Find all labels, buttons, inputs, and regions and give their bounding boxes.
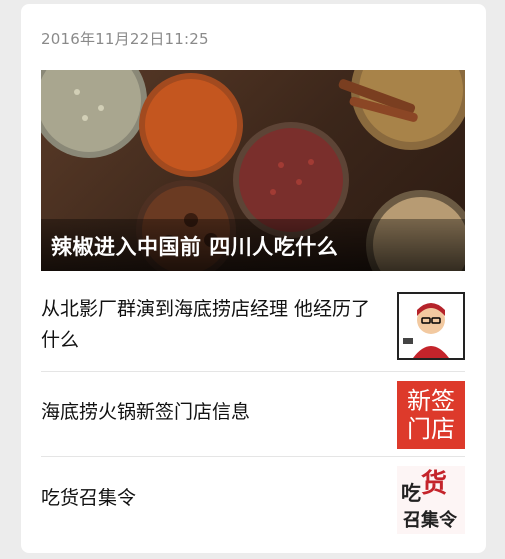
list-item[interactable]: 从北影厂群演到海底捞店经理 他经历了什么 [41, 290, 465, 366]
cartoon-portrait-icon [397, 292, 465, 360]
thumb-text-line1: 新签 [407, 387, 455, 415]
chihuo-calligraphy-icon: 吃 货 召集令 [397, 466, 465, 534]
list-item[interactable]: 海底捞火锅新签门店信息 新签 门店 [41, 374, 465, 454]
post-timestamp: 2016年11月22日11:25 [41, 30, 209, 48]
list-item[interactable]: 吃货召集令 吃 货 召集令 [41, 459, 465, 544]
list-item-title: 海底捞火锅新签门店信息 [41, 401, 251, 423]
thumb-text-line2: 门店 [407, 415, 455, 443]
hero-article[interactable]: 辣椒进入中国前 四川人吃什么 [41, 70, 465, 271]
list-divider [41, 456, 465, 457]
svg-text:召集令: 召集令 [403, 509, 458, 531]
hero-title: 辣椒进入中国前 四川人吃什么 [51, 235, 339, 259]
list-divider [41, 371, 465, 372]
article-card: 2016年11月22日11:25 辣椒进入中国前 四川人吃什么 从北影厂群演到海… [21, 4, 486, 553]
svg-text:货: 货 [421, 468, 447, 499]
svg-text:吃: 吃 [401, 481, 421, 505]
list-item-title: 从北影厂群演到海底捞店经理 他经历了什么 [41, 298, 371, 351]
red-sign-icon: 新签 门店 [397, 381, 465, 449]
list-item-title: 吃货召集令 [41, 487, 137, 509]
